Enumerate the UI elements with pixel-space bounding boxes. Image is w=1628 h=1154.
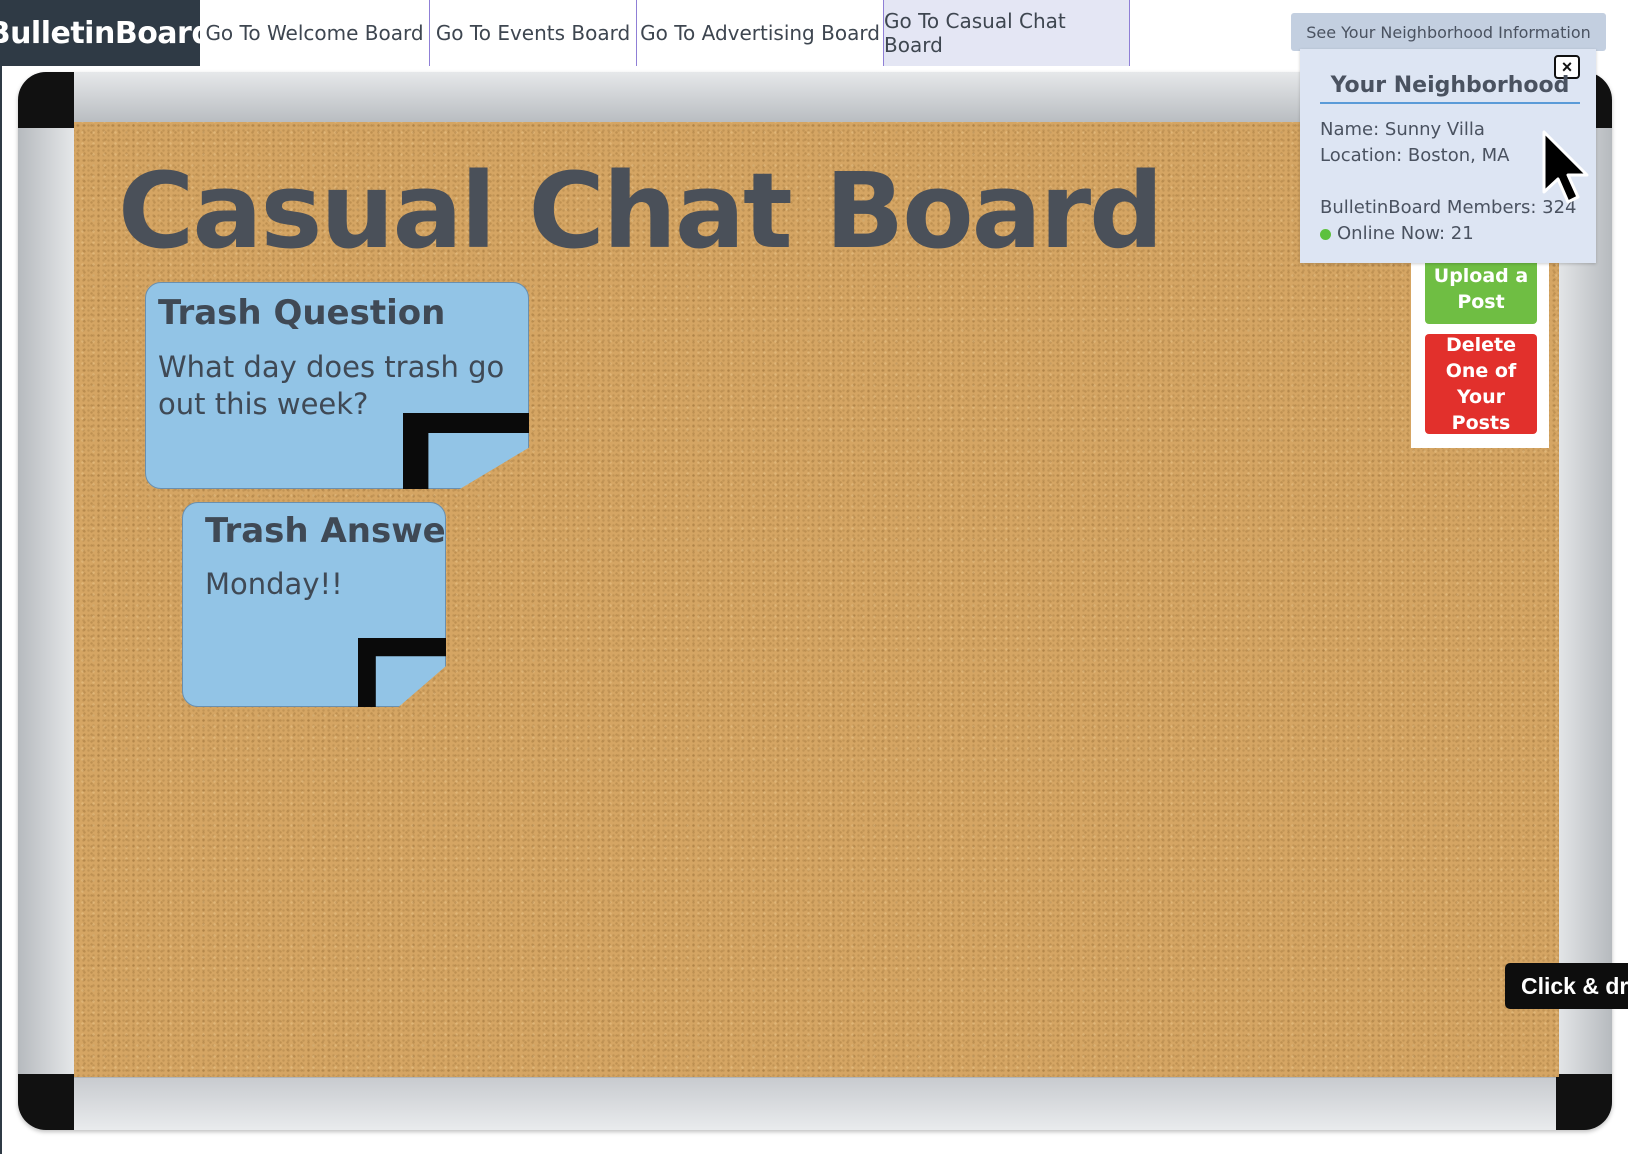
post-body: Monday!! bbox=[205, 567, 343, 601]
tab-events-board[interactable]: Go To Events Board bbox=[430, 0, 637, 66]
frame-corner bbox=[1556, 1074, 1612, 1130]
post-title: Trash Question bbox=[158, 293, 446, 333]
drag-tooltip: Click & drag bbox=[1505, 963, 1628, 1009]
left-edge-divider bbox=[0, 66, 2, 1154]
upload-post-button[interactable]: Upload a Post bbox=[1425, 254, 1537, 324]
post-body: What day does trash go out this week? bbox=[158, 350, 505, 421]
tab-advertising-board[interactable]: Go To Advertising Board bbox=[637, 0, 884, 66]
online-dot-icon bbox=[1320, 228, 1331, 240]
sticky-note-post[interactable]: Trash Question What day does trash go ou… bbox=[145, 282, 529, 489]
sticky-note-post[interactable]: Trash Answer Monday!! bbox=[182, 502, 446, 707]
online-count: Online Now: 21 bbox=[1337, 223, 1474, 244]
popup-title: Your Neighborhood bbox=[1320, 73, 1580, 104]
tab-casual-chat-board[interactable]: Go To Casual Chat Board bbox=[883, 0, 1130, 66]
frame-rail-right bbox=[1556, 128, 1612, 1074]
board-title: Casual Chat Board bbox=[118, 150, 1164, 272]
frame-rail-left bbox=[18, 128, 74, 1074]
board-actions-panel: Upload a Post Delete One of Your Posts bbox=[1411, 250, 1549, 448]
delete-post-button[interactable]: Delete One of Your Posts bbox=[1425, 334, 1537, 434]
neighborhood-location: Location: Boston, MA bbox=[1320, 145, 1510, 166]
frame-corner bbox=[18, 1074, 74, 1130]
tab-welcome-board[interactable]: Go To Welcome Board bbox=[200, 0, 430, 66]
neighborhood-name: Name: Sunny Villa bbox=[1320, 119, 1485, 140]
member-count: BulletinBoard Members: 324 bbox=[1320, 197, 1577, 218]
post-title: Trash Answer bbox=[205, 511, 463, 551]
frame-rail-bottom bbox=[74, 1078, 1556, 1130]
brand-logo[interactable]: BulletinBoard bbox=[0, 0, 213, 66]
online-status: Online Now: 21 bbox=[1320, 223, 1474, 244]
frame-corner bbox=[18, 72, 74, 128]
mouse-cursor-icon bbox=[1542, 130, 1589, 204]
neighborhood-info-button[interactable]: See Your Neighborhood Information bbox=[1291, 13, 1606, 51]
